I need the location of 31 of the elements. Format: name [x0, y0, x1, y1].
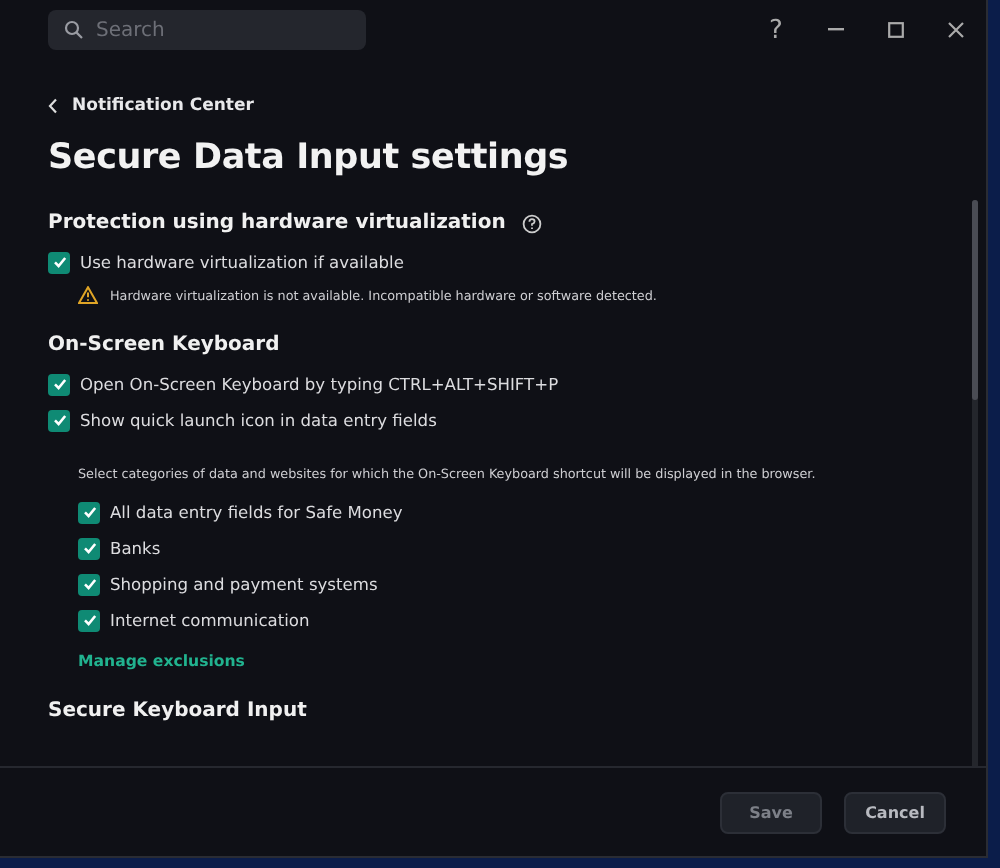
back-link[interactable]: Notification Center	[48, 92, 254, 120]
search-input[interactable]: Search	[96, 19, 336, 41]
help-button[interactable]: ?	[746, 0, 806, 60]
checkbox[interactable]	[78, 609, 100, 631]
cancel-button[interactable]: Cancel	[844, 791, 946, 833]
help-icon[interactable]	[521, 214, 542, 234]
checkbox-label: Banks	[110, 538, 161, 558]
page-title: Secure Data Input settings	[48, 136, 571, 182]
checkbox[interactable]	[48, 251, 70, 273]
warning-icon	[78, 286, 98, 304]
checkbox-label: Show quick launch icon in data entry fields	[80, 410, 437, 430]
checkbox-label: Shopping and payment systems	[110, 574, 378, 594]
section-heading: Secure Keyboard Input	[48, 698, 307, 726]
section-heading: Protection using hardware virtualization	[48, 210, 506, 238]
minimize-icon	[828, 28, 844, 32]
scrollbar[interactable]	[972, 200, 978, 766]
search-icon	[64, 20, 84, 40]
checkbox[interactable]	[48, 409, 70, 431]
back-chevron-icon	[48, 98, 58, 114]
checkbox-label: All data entry fields for Safe Money	[110, 502, 403, 522]
maximize-icon	[888, 22, 904, 38]
section-heading: On-Screen Keyboard	[48, 332, 280, 360]
checkbox[interactable]	[48, 373, 70, 395]
checkbox-label: Open On-Screen Keyboard by typing CTRL+ALT+SHIFT+P	[80, 374, 559, 394]
checkbox-label: Internet communication	[110, 610, 310, 630]
checkbox[interactable]	[78, 537, 100, 559]
checkbox[interactable]	[78, 573, 100, 595]
search-field[interactable]: Search	[48, 10, 366, 50]
checkbox-label: Use hardware virtualization if available	[80, 252, 404, 272]
close-icon	[948, 22, 964, 38]
checkbox[interactable]	[78, 501, 100, 523]
